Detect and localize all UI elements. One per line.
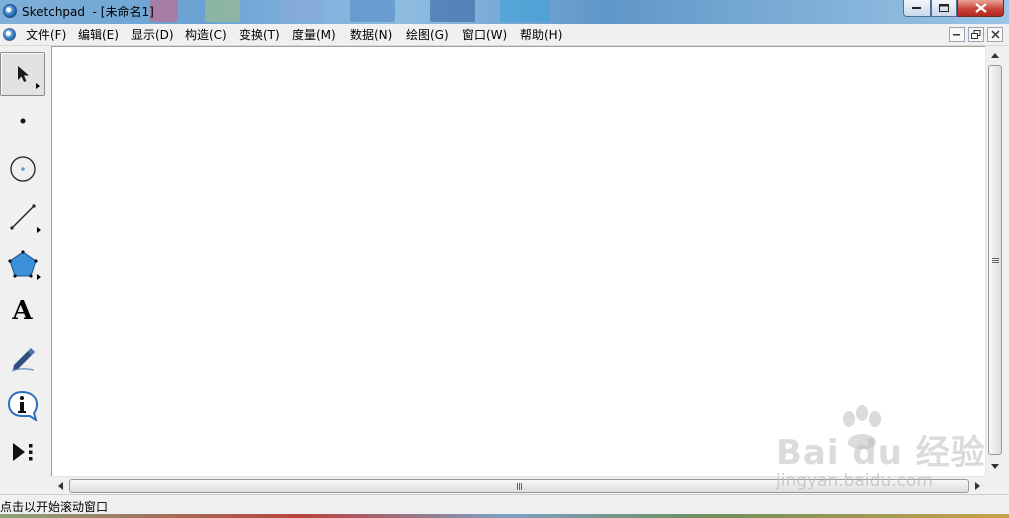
scroll-down-button[interactable] <box>986 458 1004 475</box>
menu-edit[interactable]: 编辑(E) <box>78 27 119 43</box>
desktop-strip <box>0 514 1009 518</box>
vertical-scroll-thumb[interactable] <box>988 65 1002 455</box>
grip-icon <box>516 482 522 490</box>
polygon-icon <box>7 250 38 278</box>
polygon-tool[interactable] <box>0 242 45 286</box>
document-icon[interactable] <box>3 28 16 41</box>
flyout-triangle-icon <box>36 83 40 89</box>
pen-icon <box>11 348 35 372</box>
toolbox: A <box>0 46 50 494</box>
scroll-up-button[interactable] <box>986 47 1004 64</box>
menu-data[interactable]: 数据(N) <box>350 27 392 43</box>
minimize-icon <box>912 7 921 9</box>
menu-display[interactable]: 显示(D) <box>131 27 174 43</box>
doc-restore-button[interactable] <box>968 27 984 42</box>
window-title: Sketchpad - [未命名1] <box>22 5 154 19</box>
straightedge-tool[interactable] <box>0 195 45 239</box>
arrow-icon <box>17 66 29 82</box>
menu-construct[interactable]: 构造(C) <box>185 27 227 43</box>
close-button[interactable] <box>957 0 1004 17</box>
taskbar-ghost <box>430 0 475 22</box>
text-icon: A <box>12 296 33 326</box>
grip-icon <box>991 257 999 263</box>
point-tool[interactable] <box>0 99 45 143</box>
close-icon <box>990 30 1000 39</box>
scrollbar-corner <box>985 476 1003 494</box>
arrow-down-icon <box>991 464 999 469</box>
taskbar-ghost <box>150 0 178 22</box>
minimize-button[interactable] <box>903 0 931 17</box>
menu-file[interactable]: 文件(F) <box>26 27 66 43</box>
maximize-icon <box>938 3 949 12</box>
menu-bar: 文件(F) 编辑(E) 显示(D) 构造(C) 变换(T) 度量(M) 数据(N… <box>0 24 1009 46</box>
doc-minimize-button[interactable] <box>949 27 965 42</box>
close-icon <box>974 3 987 13</box>
taskbar-ghost <box>500 0 550 22</box>
sketchpad-app-icon[interactable] <box>3 4 17 18</box>
flyout-triangle-icon <box>37 274 41 280</box>
taskbar-ghost <box>280 0 322 22</box>
vertical-scrollbar[interactable] <box>985 46 1003 476</box>
maximize-button[interactable] <box>931 0 957 17</box>
compass-tool[interactable] <box>0 147 45 191</box>
scroll-right-button[interactable] <box>969 477 986 495</box>
flyout-triangle-icon <box>37 227 41 233</box>
scroll-left-button[interactable] <box>52 477 69 495</box>
segment-icon <box>9 204 36 230</box>
menu-graph[interactable]: 绘图(G) <box>406 27 449 43</box>
menu-window[interactable]: 窗口(W) <box>462 27 507 43</box>
arrow-right-icon <box>975 482 980 490</box>
horizontal-scroll-thumb[interactable] <box>69 479 969 493</box>
text-tool[interactable]: A <box>0 289 45 333</box>
minimize-icon <box>953 34 960 36</box>
taskbar-ghost <box>350 0 395 22</box>
doc-close-button[interactable] <box>987 27 1003 42</box>
information-tool[interactable] <box>0 383 45 427</box>
sketch-canvas[interactable] <box>51 46 985 476</box>
arrow-selection-tool[interactable] <box>0 52 45 96</box>
circle-icon <box>9 156 36 182</box>
custom-tool[interactable] <box>0 430 45 474</box>
arrow-left-icon <box>58 482 63 490</box>
arrow-up-icon <box>991 53 999 58</box>
restore-icon <box>971 30 981 39</box>
marker-tool[interactable] <box>0 336 45 380</box>
status-bar: 点击以开始滚动窗口 <box>0 494 1009 514</box>
play-dots-icon <box>12 443 32 461</box>
menu-measure[interactable]: 度量(M) <box>292 27 336 43</box>
info-icon <box>7 390 38 421</box>
menu-help[interactable]: 帮助(H) <box>520 27 562 43</box>
menu-transform[interactable]: 变换(T) <box>239 27 280 43</box>
main-frame: A <box>0 46 1009 494</box>
point-icon <box>20 118 25 124</box>
horizontal-scrollbar[interactable] <box>51 476 985 494</box>
status-text: 点击以开始滚动窗口 <box>0 500 109 514</box>
taskbar-ghost <box>205 0 240 22</box>
title-bar: Sketchpad - [未命名1] <box>0 0 1009 24</box>
